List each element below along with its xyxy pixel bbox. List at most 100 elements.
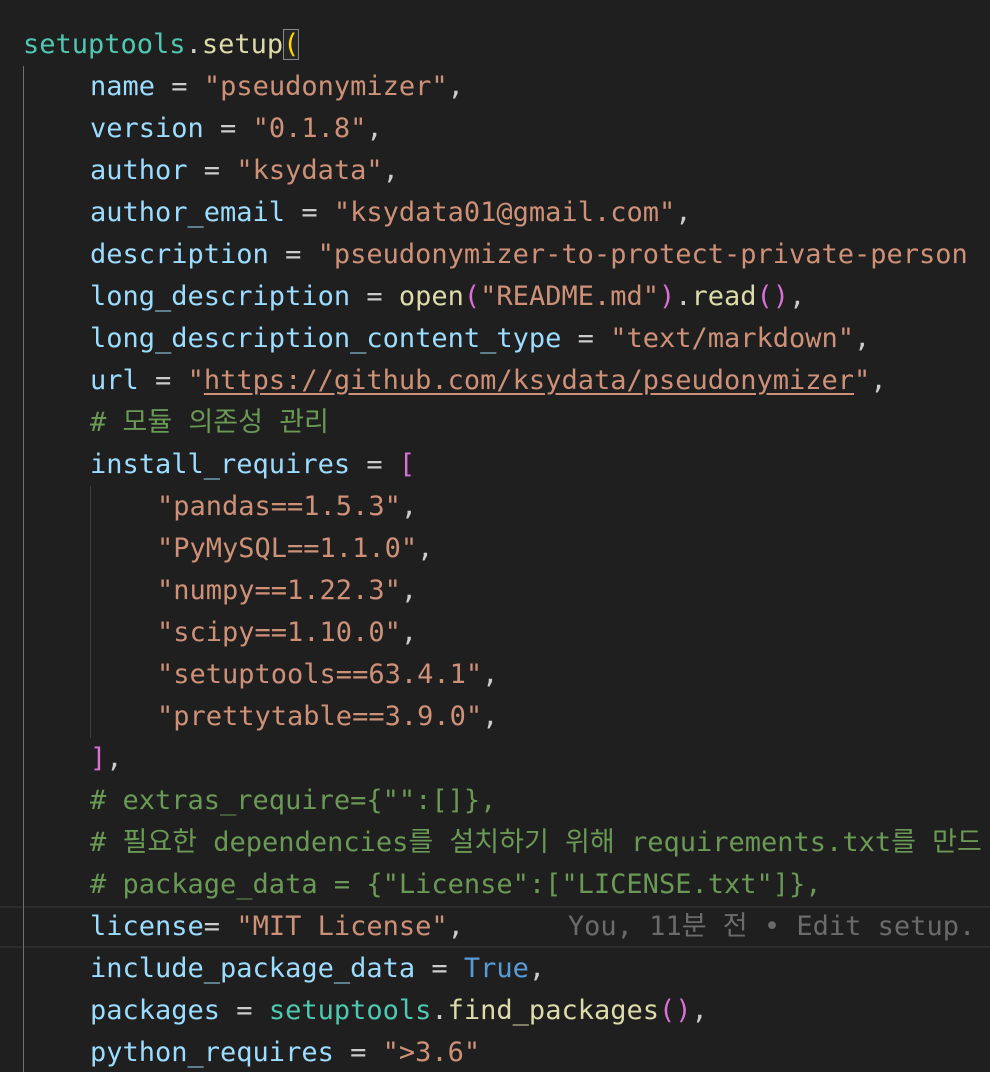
code-line[interactable]: long_description = open("README.md").rea… xyxy=(0,276,990,318)
code-comment: # 모듈 의존성 관리 xyxy=(90,407,329,438)
code-token: = xyxy=(561,323,611,354)
code-token: = xyxy=(350,281,399,312)
code-content: # extras_require={"":[]}, xyxy=(90,780,496,822)
code-line[interactable]: "PyMySQL==1.1.0", xyxy=(0,528,990,570)
code-token: , xyxy=(675,197,692,228)
code-line[interactable]: "setuptools==63.4.1", xyxy=(0,654,990,696)
code-token: license xyxy=(90,911,204,942)
code-line[interactable]: packages = setuptools.find_packages(), xyxy=(0,990,990,1032)
code-token: "pandas==1.5.3" xyxy=(157,491,401,522)
code-line[interactable]: "prettytable==3.9.0", xyxy=(0,696,990,738)
code-content: "PyMySQL==1.1.0", xyxy=(157,528,433,570)
code-line[interactable]: description = "pseudonymizer-to-protect-… xyxy=(0,234,990,276)
code-token: , xyxy=(417,533,434,564)
code-token: = xyxy=(138,365,188,396)
code-token: () xyxy=(658,995,692,1026)
code-token: ] xyxy=(90,743,107,774)
code-line[interactable]: ], xyxy=(0,738,990,780)
code-token: . xyxy=(675,281,692,312)
code-line[interactable]: # extras_require={"":[]}, xyxy=(0,780,990,822)
code-line[interactable]: install_requires = [ xyxy=(0,444,990,486)
code-token: open xyxy=(398,281,464,312)
code-token: . xyxy=(185,29,202,60)
code-content: description = "pseudonymizer-to-protect-… xyxy=(90,234,968,276)
code-line[interactable]: # 모듈 의존성 관리 xyxy=(0,402,990,444)
code-content: python_requires = ">3.6" xyxy=(90,1032,480,1072)
code-token: author_email xyxy=(90,197,286,228)
code-line[interactable]: "pandas==1.5.3", xyxy=(0,486,990,528)
code-line[interactable]: "scipy==1.10.0", xyxy=(0,612,990,654)
code-token: , xyxy=(106,743,123,774)
code-content: "setuptools==63.4.1", xyxy=(157,654,498,696)
code-token: () xyxy=(756,281,790,312)
code-token: " xyxy=(854,365,871,396)
code-token: "setuptools==63.4.1" xyxy=(157,659,483,690)
code-token: , xyxy=(691,995,708,1026)
code-token: , xyxy=(870,365,887,396)
code-token: , xyxy=(366,113,383,144)
code-token[interactable]: https://github.com/ksydata/pseudonymizer xyxy=(204,365,854,396)
code-token: = xyxy=(415,953,464,984)
code-token: , xyxy=(447,71,464,102)
code-token: version xyxy=(90,113,204,144)
code-line[interactable]: # package_data = {"License":["LICENSE.tx… xyxy=(0,864,990,906)
code-content: "prettytable==3.9.0", xyxy=(157,696,498,738)
code-line[interactable]: version = "0.1.8", xyxy=(0,108,990,150)
code-content: # package_data = {"License":["LICENSE.tx… xyxy=(90,864,822,906)
code-token: python_requires xyxy=(90,1037,334,1068)
code-token: , xyxy=(400,617,418,648)
code-content: url = "https://github.com/ksydata/pseudo… xyxy=(90,360,887,402)
code-content: # 필요한 dependencies를 설치하기 위해 requirements… xyxy=(90,822,982,864)
code-token: = xyxy=(203,113,253,144)
indent-guide xyxy=(90,486,91,738)
code-line[interactable]: author = "ksydata", xyxy=(0,150,990,192)
code-token: find_packages xyxy=(447,995,659,1026)
git-blame-annotation[interactable]: You, 11분 전 • Edit setup. xyxy=(568,911,975,942)
code-token: ( xyxy=(283,29,300,60)
code-token: long_description xyxy=(90,281,351,312)
code-content: "scipy==1.10.0", xyxy=(157,612,417,654)
code-token: "0.1.8" xyxy=(252,113,367,144)
code-content: author_email = "ksydata01@gmail.com", xyxy=(90,192,692,234)
code-content: long_description = open("README.md").rea… xyxy=(90,276,805,318)
code-content: install_requires = [ xyxy=(90,444,415,486)
code-token: read xyxy=(691,281,757,312)
code-token: , xyxy=(400,491,418,522)
code-token: = xyxy=(268,239,318,270)
code-token: "text/markdown" xyxy=(610,323,855,354)
code-token: , xyxy=(482,659,499,690)
code-token: "README.md" xyxy=(480,281,659,312)
code-line[interactable]: license= "MIT License", You, 11분 전 • Edit… xyxy=(0,906,990,948)
code-token: author xyxy=(90,155,188,186)
code-line[interactable]: "numpy==1.22.3", xyxy=(0,570,990,612)
code-token: url xyxy=(90,365,139,396)
code-token: ( xyxy=(463,281,481,312)
code-editor[interactable]: setuptools.setup(name = "pseudonymizer",… xyxy=(0,0,990,1072)
code-token: ">3.6" xyxy=(382,1037,481,1068)
code-token: "PyMySQL==1.1.0" xyxy=(157,533,418,564)
code-token: , xyxy=(528,953,546,984)
code-line[interactable]: python_requires = ">3.6" xyxy=(0,1032,990,1072)
code-token: install_requires xyxy=(90,449,351,480)
code-token: = xyxy=(350,449,399,480)
code-line[interactable]: include_package_data = True, xyxy=(0,948,990,990)
code-line[interactable]: url = "https://github.com/ksydata/pseudo… xyxy=(0,360,990,402)
code-line[interactable]: setuptools.setup( xyxy=(0,24,990,66)
code-line[interactable]: long_description_content_type = "text/ma… xyxy=(0,318,990,360)
code-token: = xyxy=(203,911,237,942)
code-token: setuptools xyxy=(23,29,186,60)
code-token: "pseudonymizer" xyxy=(203,71,448,102)
code-line[interactable]: author_email = "ksydata01@gmail.com", xyxy=(0,192,990,234)
code-token: , xyxy=(789,281,806,312)
code-token: setup xyxy=(201,29,284,60)
code-content: version = "0.1.8", xyxy=(90,108,383,150)
code-token: description xyxy=(90,239,269,270)
code-line[interactable]: name = "pseudonymizer", xyxy=(0,66,990,108)
code-content: "pandas==1.5.3", xyxy=(157,486,417,528)
code-line[interactable]: # 필요한 dependencies를 설치하기 위해 requirements… xyxy=(0,822,990,864)
indent-guide xyxy=(23,66,24,1072)
code-token: "ksydata" xyxy=(236,155,383,186)
code-token: , xyxy=(400,575,418,606)
code-token: "prettytable==3.9.0" xyxy=(157,701,483,732)
code-token: setuptools xyxy=(268,995,432,1026)
